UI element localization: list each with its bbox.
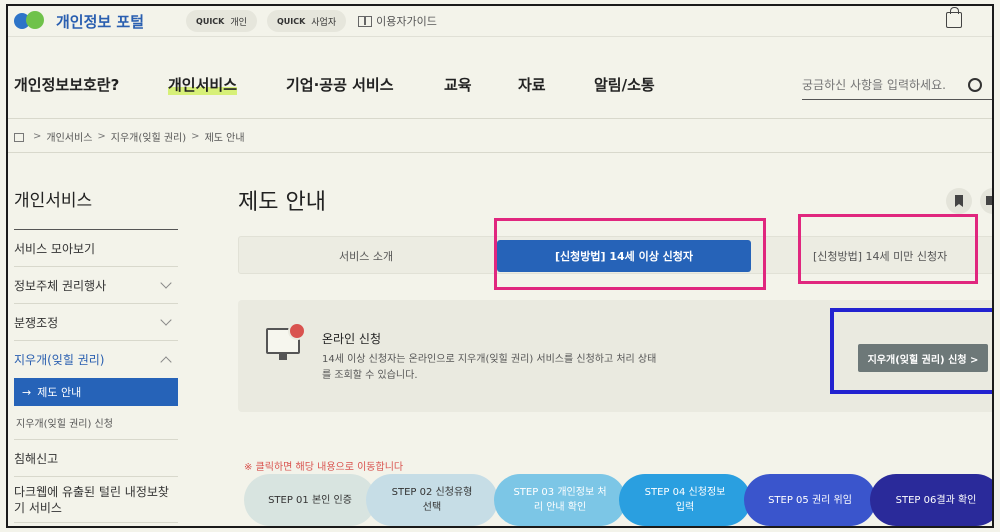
step-05[interactable]: STEP 05 권리 위임 — [744, 474, 876, 526]
highlight-box — [830, 308, 992, 394]
step-label: STEP 03 개인정보 처리 안내 확인 — [513, 487, 607, 513]
nav-item-resources[interactable]: 자료 — [518, 74, 546, 95]
quick-personal-label: 개인 — [230, 17, 247, 28]
bookmark-icon[interactable] — [946, 188, 972, 214]
sidebar: 개인서비스 서비스 모아보기 정보주체 권리행사 분쟁조정 지우개(잊힐 권리)… — [14, 184, 178, 523]
panel-title: 온라인 신청 — [322, 332, 382, 346]
sidebar-item-label: 서비스 모아보기 — [14, 241, 96, 256]
main-content: 제도 안내 서비스 소개 [신청방법] 14세 이상 신청자 [신청방법] 14… — [238, 184, 992, 526]
quick-tag: QUICK — [276, 16, 306, 26]
step-label: STEP 06결과 확인 — [895, 494, 977, 506]
breadcrumb-current: 제도 안내 — [204, 132, 245, 144]
divider — [8, 118, 992, 119]
user-guide-label: 이용자가이드 — [376, 15, 437, 28]
sidebar-item-eraser[interactable]: 지우개(잊힐 권리) — [14, 341, 178, 378]
nav-item-notice[interactable]: 알림/소통 — [594, 74, 655, 95]
sidebar-item-dispute[interactable]: 분쟁조정 — [14, 304, 178, 341]
nav-item-personal[interactable]: 개인서비스 — [168, 74, 238, 95]
step-03[interactable]: STEP 03 개인정보 처리 안내 확인 — [494, 474, 626, 526]
chevron-down-icon — [160, 314, 172, 326]
quick-business-button[interactable]: QUICK 사업자 — [266, 10, 347, 32]
highlight-box — [798, 214, 978, 284]
arrow-right-icon: → — [22, 385, 32, 399]
sidebar-subitem-guide[interactable]: → 제도 안내 — [14, 378, 178, 406]
step-label: STEP 02 신청유형 선택 — [391, 487, 473, 513]
step-02[interactable]: STEP 02 신청유형 선택 — [366, 474, 498, 526]
search-input[interactable] — [802, 77, 962, 92]
sidebar-title: 개인서비스 — [14, 184, 178, 230]
page-frame: 개인정보 포털 QUICK 개인 QUICK 사업자 이용자가이드 개인정보보호… — [6, 4, 994, 528]
quick-personal-button[interactable]: QUICK 개인 — [186, 10, 257, 32]
quick-links: QUICK 개인 QUICK 사업자 — [186, 10, 347, 32]
step-label: STEP 01 본인 인증 — [268, 494, 352, 506]
breadcrumb: > 개인서비스 > 지우개(잊힐 권리) > 제도 안내 — [14, 128, 245, 144]
step-label: STEP 04 신청정보 입력 — [644, 487, 726, 513]
book-icon — [358, 15, 373, 27]
user-guide-link[interactable]: 이용자가이드 — [358, 13, 437, 29]
sidebar-item-label: 정보주체 권리행사 — [14, 278, 107, 293]
lock-icon[interactable] — [946, 7, 962, 28]
logo-mark-icon — [14, 10, 48, 32]
tab-service-intro[interactable]: 서비스 소개 — [339, 248, 393, 264]
panel-description: 14세 이상 신청자는 온라인으로 지우개(잊힐 권리) 서비스를 신청하고 처… — [322, 354, 657, 381]
step-06[interactable]: STEP 06결과 확인 — [870, 474, 992, 526]
step-list: STEP 01 본인 인증 STEP 02 신청유형 선택 STEP 03 개인… — [244, 474, 992, 526]
page-title: 제도 안내 — [238, 190, 326, 215]
chevron-right-icon: > — [33, 130, 42, 142]
sidebar-item-label: 다크웹에 유출된 털린 내정보찾기 서비스 — [14, 484, 169, 515]
sidebar-item-services[interactable]: 서비스 모아보기 — [14, 230, 178, 267]
sidebar-item-report[interactable]: 침해신고 — [14, 440, 178, 477]
nav-brand-link[interactable]: 개인정보보호란? — [14, 74, 119, 95]
quick-tag: QUICK — [196, 16, 225, 26]
sidebar-item-label: 지우개(잊힐 권리) — [14, 353, 105, 367]
step-04[interactable]: STEP 04 신청정보 입력 — [619, 474, 751, 526]
quick-business-label: 사업자 — [311, 17, 337, 28]
nav-item-education[interactable]: 교육 — [444, 74, 472, 95]
breadcrumb-item[interactable]: 지우개(잊힐 권리) — [111, 129, 186, 144]
chevron-right-icon: > — [191, 130, 200, 142]
portal-logo[interactable]: 개인정보 포털 — [14, 10, 144, 32]
divider — [8, 36, 992, 37]
sidebar-item-darkweb[interactable]: 다크웹에 유출된 털린 내정보찾기 서비스 — [14, 477, 178, 523]
logo-text: 개인정보 포털 — [56, 12, 145, 31]
home-icon[interactable] — [14, 132, 24, 142]
notice-text: ※ 클릭하면 해당 내용으로 이동합니다 — [244, 462, 404, 473]
search-icon[interactable] — [968, 77, 982, 92]
step-01[interactable]: STEP 01 본인 인증 — [244, 474, 376, 526]
highlight-box — [494, 218, 766, 290]
sidebar-item-rights[interactable]: 정보주체 권리행사 — [14, 267, 178, 304]
main-nav: 개인정보보호란? 개인서비스 기업·공공 서비스 교육 자료 알림/소통 — [8, 64, 992, 104]
chevron-up-icon — [160, 355, 172, 368]
chevron-right-icon: > — [97, 130, 106, 142]
sidebar-subitem-apply[interactable]: 지우개(잊힐 권리) 신청 — [14, 406, 178, 440]
chevron-down-icon — [160, 277, 172, 289]
sidebar-subitem-label: 제도 안내 — [37, 386, 82, 399]
divider — [8, 152, 992, 153]
step-label: STEP 05 권리 위임 — [768, 494, 852, 506]
monitor-check-icon — [266, 322, 306, 360]
sidebar-item-label: 침해신고 — [14, 451, 59, 466]
sidebar-item-label: 분쟁조정 — [14, 315, 59, 330]
breadcrumb-item[interactable]: 개인서비스 — [46, 129, 92, 144]
search-box — [802, 70, 992, 100]
top-utility-bar: 개인정보 포털 QUICK 개인 QUICK 사업자 이용자가이드 — [8, 6, 992, 36]
nav-item-enterprise[interactable]: 기업·공공 서비스 — [286, 74, 394, 95]
